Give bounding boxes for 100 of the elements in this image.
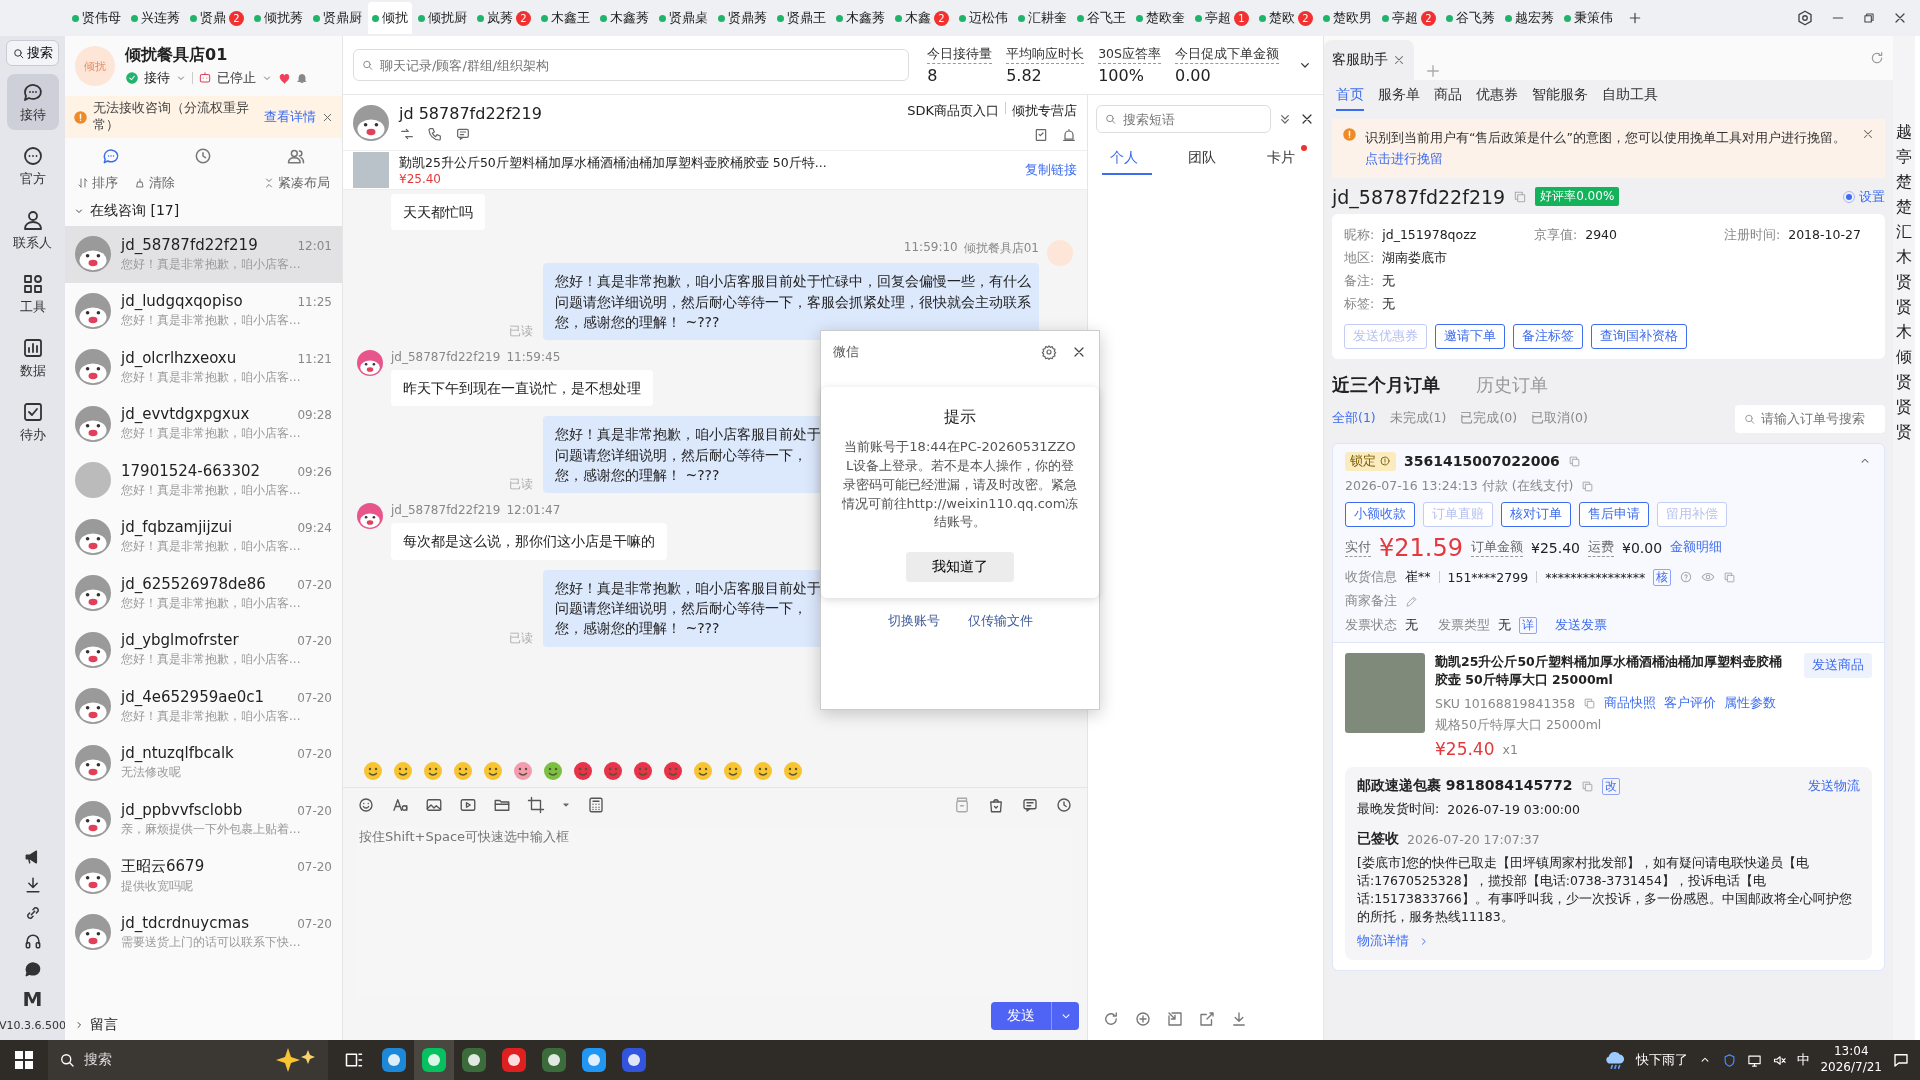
shop-tab[interactable]: 倾扰莠	[250, 2, 307, 34]
shop-tab[interactable]: 楚欧奎	[1132, 2, 1189, 34]
order-action-button[interactable]: 小额收款	[1345, 501, 1415, 527]
shop-tab[interactable]: 兴连莠	[127, 2, 184, 34]
dialog-link[interactable]: 仅传输文件	[967, 612, 1033, 631]
shop-tab[interactable]: 倾扰厨	[414, 2, 471, 34]
acknowledge-button[interactable]: 我知道了	[906, 552, 1014, 583]
side-tab[interactable]: 楚	[1896, 172, 1912, 193]
nav-tab[interactable]: 商品	[1434, 86, 1462, 111]
restore-icon[interactable]	[1862, 11, 1876, 25]
calculator-icon[interactable]	[587, 796, 605, 814]
send-product-button[interactable]: 发送商品	[1804, 652, 1872, 678]
conversation-item[interactable]: jd_ntuzqlfbcalk 07-20 无法修改呢	[65, 734, 342, 791]
emoji-icon[interactable]	[633, 761, 653, 781]
send-invoice-link[interactable]: 发送发票	[1555, 616, 1607, 634]
status-dropdown[interactable]: 接待	[144, 69, 170, 87]
invoice-detail-button[interactable]: 详	[1519, 616, 1537, 634]
order-action-button[interactable]: 售后申请	[1579, 501, 1649, 527]
export-icon[interactable]	[1198, 1010, 1216, 1028]
amount-details-link[interactable]: 金额明细	[1670, 539, 1723, 556]
add-icon[interactable]	[1134, 1010, 1152, 1028]
bookmark-icon[interactable]	[1033, 127, 1049, 143]
sort-button[interactable]: 排序	[77, 174, 118, 192]
side-tab[interactable]: 贤	[1896, 372, 1912, 393]
side-tab[interactable]: 木	[1896, 247, 1912, 268]
group-header[interactable]: 在线咨询 [17]	[65, 196, 342, 226]
phrase-search-field[interactable]: 搜索短语	[1096, 105, 1271, 133]
shop-tab[interactable]: 贤鼎桌	[655, 2, 712, 34]
group-header[interactable]: 留言	[65, 1010, 342, 1040]
conversation-item[interactable]: jd_tdcrdnuycmas 07-20 需要送货上门的话可以联系下快...	[65, 904, 342, 961]
shop-tab[interactable]: 贤鼎厨	[309, 2, 366, 34]
side-tab[interactable]: 贤	[1896, 422, 1912, 443]
bag-icon[interactable]	[987, 796, 1005, 814]
shop-tab[interactable]: 木鑫莠	[832, 2, 889, 34]
shop-tab[interactable]: 木鑫 2	[891, 2, 953, 34]
side-tab[interactable]: 楚	[1896, 197, 1912, 218]
order-tab[interactable]: 近三个月订单	[1332, 372, 1440, 397]
search-button[interactable]: 搜索	[6, 40, 59, 66]
shop-tab[interactable]: 谷飞莠	[1442, 2, 1499, 34]
conversation-item[interactable]: jd_fqbzamjijzui 09:24 您好！真是非常抱歉，咱小店客...	[65, 508, 342, 565]
emoji-icon[interactable]	[783, 761, 803, 781]
shop-tab[interactable]: 谷飞王	[1073, 2, 1130, 34]
settings-icon[interactable]	[1041, 344, 1057, 360]
shop-tab[interactable]: 木鑫王	[537, 2, 594, 34]
side-tab[interactable]: 汇	[1896, 222, 1912, 243]
conversation-item[interactable]: jd_625526978de86 07-20 您好！真是非常抱歉，咱小店客...	[65, 565, 342, 622]
conversation-item[interactable]: jd_evvtdgxpgxux 09:28 您好！真是非常抱歉，咱小店客...	[65, 395, 342, 452]
bot-status-dropdown[interactable]: 已停止	[217, 69, 256, 87]
product-link[interactable]: 商品快照	[1604, 695, 1657, 712]
monitor-icon[interactable]	[1747, 1052, 1763, 1068]
nav-item[interactable]: 数据	[6, 330, 59, 386]
shop-tab[interactable]: 木鑫莠	[596, 2, 653, 34]
side-tab[interactable]: 越	[1896, 122, 1912, 143]
emoji-icon[interactable]	[483, 761, 503, 781]
alarm-icon[interactable]	[1061, 127, 1077, 143]
side-tab[interactable]: 木	[1896, 322, 1912, 343]
emoji-icon[interactable]	[513, 761, 533, 781]
notification-icon[interactable]	[1892, 1051, 1910, 1069]
action-button[interactable]: 查询国补资格	[1591, 323, 1687, 349]
nav-item[interactable]: 工具	[6, 266, 59, 322]
send-button[interactable]: 发送	[991, 1002, 1051, 1030]
clock-icon[interactable]	[1055, 796, 1073, 814]
order-action-button[interactable]: 核对订单	[1501, 501, 1571, 527]
logo-letter[interactable]: M	[22, 987, 43, 1011]
conversation-item[interactable]: 王昭云6679 07-20 提供收宽吗呢	[65, 847, 342, 904]
chat-app-icon[interactable]	[414, 1040, 454, 1080]
nav-item[interactable]: 联系人	[6, 202, 59, 258]
phrase-tab[interactable]: 团队	[1180, 143, 1231, 175]
shield-icon[interactable]	[1722, 1052, 1738, 1068]
dialog-link[interactable]: 切换账号	[887, 612, 940, 631]
side-tab[interactable]: 贤	[1896, 297, 1912, 318]
conversation-item[interactable]: jd_4e652959ae0c1 07-20 您好！真是非常抱歉，咱小店客...	[65, 678, 342, 735]
phone-icon[interactable]	[427, 125, 443, 142]
side-tab[interactable]: 贤	[1896, 397, 1912, 418]
logistics-details-link[interactable]: 物流详情	[1357, 932, 1409, 950]
side-tab[interactable]: 倾	[1896, 347, 1912, 368]
add-tab-icon[interactable]	[1627, 10, 1643, 26]
emoji-icon[interactable]	[693, 761, 713, 781]
shop-tab[interactable]: 楚欧男	[1319, 2, 1376, 34]
compact-layout-button[interactable]: 紧凑布局	[263, 174, 330, 192]
comment-icon[interactable]	[1021, 796, 1039, 814]
nav-tab[interactable]: 智能服务	[1532, 86, 1588, 111]
shop-tab[interactable]: 秉策伟	[1560, 2, 1617, 34]
edit-parcel-button[interactable]: 改	[1601, 777, 1620, 795]
emoji-icon[interactable]	[363, 761, 383, 781]
phrase-tab[interactable]: 个人	[1102, 143, 1153, 175]
phrase-tab[interactable]: 卡片	[1258, 143, 1309, 175]
details-link[interactable]: 查看详情	[264, 108, 316, 126]
shop-tab[interactable]: 亭超 2	[1378, 2, 1440, 34]
shop-tab[interactable]: 岚莠 2	[473, 2, 535, 34]
shop-tab[interactable]: 贤伟母	[68, 2, 125, 34]
conversation-item[interactable]: jd_58787fd22f219 12:01 您好！真是非常抱歉，咱小店客...	[65, 226, 342, 283]
side-tab[interactable]: 贤	[1896, 272, 1912, 293]
action-button[interactable]: 备注标签	[1513, 323, 1583, 349]
emoji-icon[interactable]	[753, 761, 773, 781]
refresh-icon[interactable]	[1869, 50, 1885, 66]
emoji-icon[interactable]	[573, 761, 593, 781]
shop-tab[interactable]: 倾扰	[368, 2, 412, 34]
shop-tab[interactable]: 迈松伟	[955, 2, 1012, 34]
emoji-icon[interactable]	[393, 761, 413, 781]
